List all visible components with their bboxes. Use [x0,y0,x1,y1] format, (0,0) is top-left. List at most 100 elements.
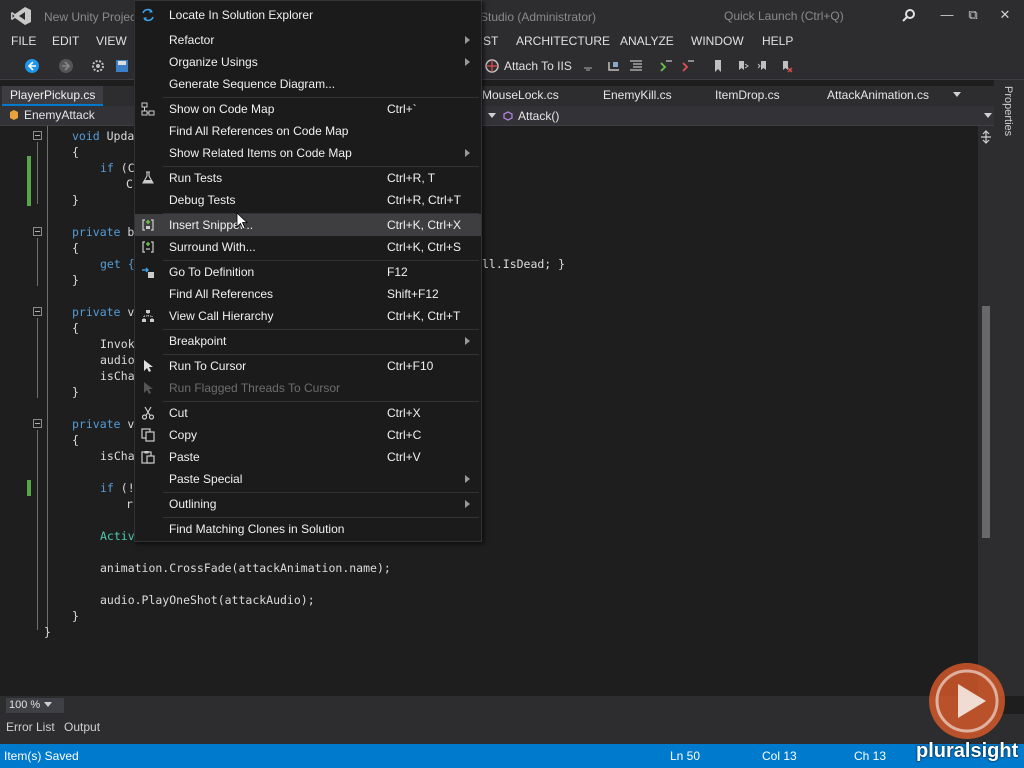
split-window-icon[interactable] [980,130,992,144]
code-line: void Upda [72,129,135,143]
fold-guide [37,238,38,286]
chevron-down-icon[interactable] [44,702,52,707]
run-to-cursor-icon [144,360,153,372]
status-bar: Item(s) Saved Ln 50 Col 13 Ch 13 [0,744,1024,768]
menu-item-locate-in-solution-explorer[interactable]: Locate In Solution Explorer [135,4,481,26]
fold-toggle[interactable] [33,131,42,140]
attach-process-icon[interactable] [484,58,500,74]
menu-item-find-all-references-on-code-map[interactable]: Find All References on Code Map [135,120,481,142]
code-line: private v [72,305,135,319]
zoom-level[interactable]: 100 % [6,698,64,713]
prev-bookmark-icon[interactable] [734,58,750,74]
menu-item-run-flagged-threads-to-cursor: Run Flagged Threads To Cursor [135,377,481,399]
tab-mouselock[interactable]: MouseLock.cs [474,86,567,106]
window-title-suffix: Studio (Administrator) [480,10,597,24]
class-icon [10,110,18,120]
tab-playerpickup[interactable]: PlayerPickup.cs [2,86,104,106]
code-line: } [44,625,51,639]
insert-snippet-icon [142,219,154,231]
status-column: Col 13 [762,749,797,763]
chevron-down-icon[interactable] [488,113,496,119]
clear-bookmarks-icon[interactable] [778,58,794,74]
close-button[interactable]: ✕ [996,6,1014,24]
menu-item-organize-usings[interactable]: Organize Usings [135,51,481,73]
tab-enemykill[interactable]: EnemyKill.cs [595,86,680,106]
save-icon[interactable] [114,58,130,74]
fold-toggle[interactable] [33,419,42,428]
pluralsight-play-icon [929,663,1005,739]
tab-output[interactable]: Output [64,720,100,734]
menu-item-debug-tests[interactable]: Debug Tests Ctrl+R, Ctrl+T [135,189,481,211]
tab-error-list[interactable]: Error List [6,720,55,734]
menu-test[interactable]: ST [483,34,498,48]
code-line: animation.CrossFade(attackAnimation.name… [100,561,391,575]
fold-guide [47,126,48,634]
context-menu: Locate In Solution Explorer Refactor Org… [134,0,482,542]
menu-item-paste-special[interactable]: Paste Special [135,468,481,490]
quick-launch-placeholder: Quick Launch (Ctrl+Q) [724,9,844,23]
menu-item-outlining[interactable]: Outlining [135,493,481,515]
menu-item-run-tests[interactable]: Run Tests Ctrl+R, T [135,167,481,189]
uncomment-icon[interactable] [680,58,696,74]
menu-item-cut[interactable]: Cut Ctrl+X [135,402,481,424]
menu-edit[interactable]: EDIT [52,34,79,48]
next-bookmark-icon[interactable] [756,58,772,74]
menu-view[interactable]: VIEW [96,34,127,48]
menu-file[interactable]: FILE [11,34,36,48]
settings-icon[interactable] [90,58,106,74]
attach-to-iis-button[interactable]: Attach To IIS [504,59,572,73]
menu-item-breakpoint[interactable]: Breakpoint [135,330,481,352]
vertical-scrollbar[interactable] [978,126,994,696]
menu-help[interactable]: HELP [762,34,793,48]
menu-item-go-to-definition[interactable]: Go To Definition F12 [135,261,481,283]
code-line: private b [72,225,135,239]
toolbar-dropdown-icon[interactable] [580,58,596,74]
horizontal-scroll-track[interactable] [68,700,968,710]
menu-item-find-matching-clones[interactable]: Find Matching Clones in Solution [135,518,481,540]
scrollbar-thumb[interactable] [982,306,990,538]
menu-item-find-all-references[interactable]: Find All References Shift+F12 [135,283,481,305]
comment-icon[interactable] [658,58,674,74]
menu-item-insert-snippet[interactable]: Insert Snippet... Ctrl+K, Ctrl+X [135,214,481,236]
menu-item-surround-with[interactable]: Surround With... Ctrl+K, Ctrl+S [135,236,481,258]
menu-item-generate-sequence-diagram[interactable]: Generate Sequence Diagram... [135,73,481,95]
restore-button[interactable]: ⧉ [964,6,982,24]
change-margin [27,156,31,206]
search-icon[interactable] [902,8,916,22]
code-line: private v [72,417,135,431]
bookmark-icon[interactable] [710,58,726,74]
quick-launch-input[interactable]: Quick Launch (Ctrl+Q) [718,4,924,26]
menu-item-show-on-code-map[interactable]: Show on Code Map Ctrl+` [135,98,481,120]
step-into-icon[interactable] [606,58,622,74]
menu-architecture[interactable]: ARCHITECTURE [516,34,610,48]
submenu-arrow-icon [465,337,470,345]
menu-analyze[interactable]: ANALYZE [620,34,674,48]
code-line: audio.PlayOneShot(attackAudio); [100,593,315,607]
fold-toggle[interactable] [33,307,42,316]
tab-attackanimation[interactable]: AttackAnimation.cs [819,86,937,106]
member-dropdown[interactable]: Attack() [502,109,559,123]
bottom-panel-tabs: Error List Output [0,714,1024,744]
fold-guide [37,430,38,630]
fold-toggle[interactable] [33,227,42,236]
menu-window[interactable]: WINDOW [691,34,744,48]
menu-item-show-related-items-on-code-map[interactable]: Show Related Items on Code Map [135,142,481,164]
code-line: C [126,177,133,191]
chevron-down-icon[interactable] [984,113,992,119]
back-icon[interactable] [24,58,40,74]
format-icon[interactable] [628,58,644,74]
tab-overflow-icon[interactable] [952,91,962,99]
class-dropdown[interactable]: EnemyAttack [8,108,95,124]
code-line: { [72,241,79,255]
tab-itemdrop[interactable]: ItemDrop.cs [707,86,788,106]
horizontal-scrollbar[interactable]: 100 % [0,696,994,714]
menu-item-run-to-cursor[interactable]: Run To Cursor Ctrl+F10 [135,355,481,377]
menu-item-copy[interactable]: Copy Ctrl+C [135,424,481,446]
forward-icon[interactable] [58,58,74,74]
menu-item-paste[interactable]: Paste Ctrl+V [135,446,481,468]
minimize-button[interactable]: — [938,6,956,24]
menu-item-refactor[interactable]: Refactor [135,29,481,51]
code-line: get { [100,257,135,271]
properties-tab[interactable]: Properties [1000,86,1014,136]
menu-item-view-call-hierarchy[interactable]: View Call Hierarchy Ctrl+K, Ctrl+T [135,305,481,327]
